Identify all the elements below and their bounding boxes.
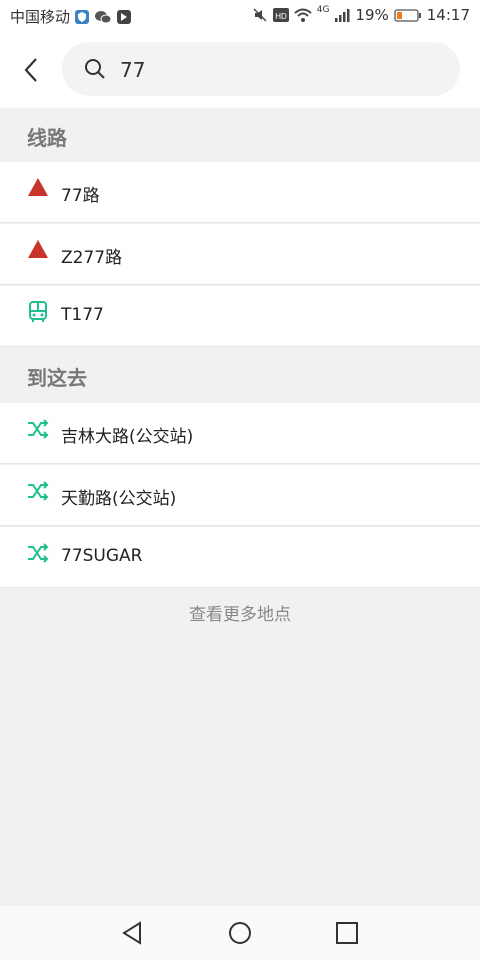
bus-icon [29, 301, 47, 322]
nav-home-icon[interactable] [227, 920, 253, 946]
place-label: 77SUGAR [61, 546, 143, 566]
route-triangle-icon [28, 240, 48, 258]
search-header [0, 32, 480, 108]
route-item-t177[interactable]: T177 [0, 286, 480, 347]
app-icon [116, 9, 132, 25]
routes-section-header: 线路 [0, 108, 480, 162]
carrier-label: 中国移动 [10, 8, 71, 26]
shuffle-icon [28, 419, 49, 439]
shuffle-icon [28, 543, 49, 563]
search-icon [85, 59, 105, 79]
search-input[interactable] [118, 54, 442, 86]
route-triangle-icon [28, 178, 48, 196]
mute-icon [252, 7, 268, 23]
battery-icon [394, 7, 422, 23]
network-label: 4G [316, 5, 330, 15]
status-bar: 中国移动 HD 4G 19% 14:17 [0, 0, 480, 32]
search-box[interactable] [62, 42, 460, 96]
nav-recent-icon[interactable] [334, 920, 360, 946]
hd-icon: HD [272, 7, 289, 23]
more-places-link[interactable]: 查看更多地点 [0, 600, 480, 632]
place-item-77sugar[interactable]: 77SUGAR [0, 527, 480, 588]
shuffle-icon [28, 481, 49, 501]
wechat-icon [94, 9, 112, 25]
status-left: 中国移动 [10, 6, 132, 27]
signal-icon [334, 7, 350, 23]
places-section-title: 到这去 [27, 366, 87, 390]
route-label: Z277路 [61, 248, 123, 268]
navigation-bar [0, 906, 480, 960]
svg-text:HD: HD [275, 12, 287, 21]
place-label: 天勤路(公交站) [61, 489, 177, 509]
back-arrow-icon [24, 58, 37, 82]
back-button[interactable] [14, 50, 48, 90]
place-item-tianqin[interactable]: 天勤路(公交站) [0, 465, 480, 526]
routes-section-title: 线路 [27, 126, 67, 150]
place-item-jilin[interactable]: 吉林大路(公交站) [0, 403, 480, 464]
battery-percent: 19% [355, 6, 389, 24]
places-section-header: 到这去 [0, 348, 480, 402]
route-item-z277[interactable]: Z277路 [0, 224, 480, 285]
wifi-icon [294, 7, 312, 23]
nav-back-icon[interactable] [120, 920, 146, 946]
route-item-77[interactable]: 77路 [0, 162, 480, 223]
clock: 14:17 [426, 6, 470, 24]
place-label: 吉林大路(公交站) [61, 427, 194, 447]
route-label: 77路 [61, 186, 100, 206]
route-label: T177 [61, 305, 104, 325]
status-right: HD 4G 19% 14:17 [252, 5, 470, 24]
shield-icon [74, 9, 90, 25]
